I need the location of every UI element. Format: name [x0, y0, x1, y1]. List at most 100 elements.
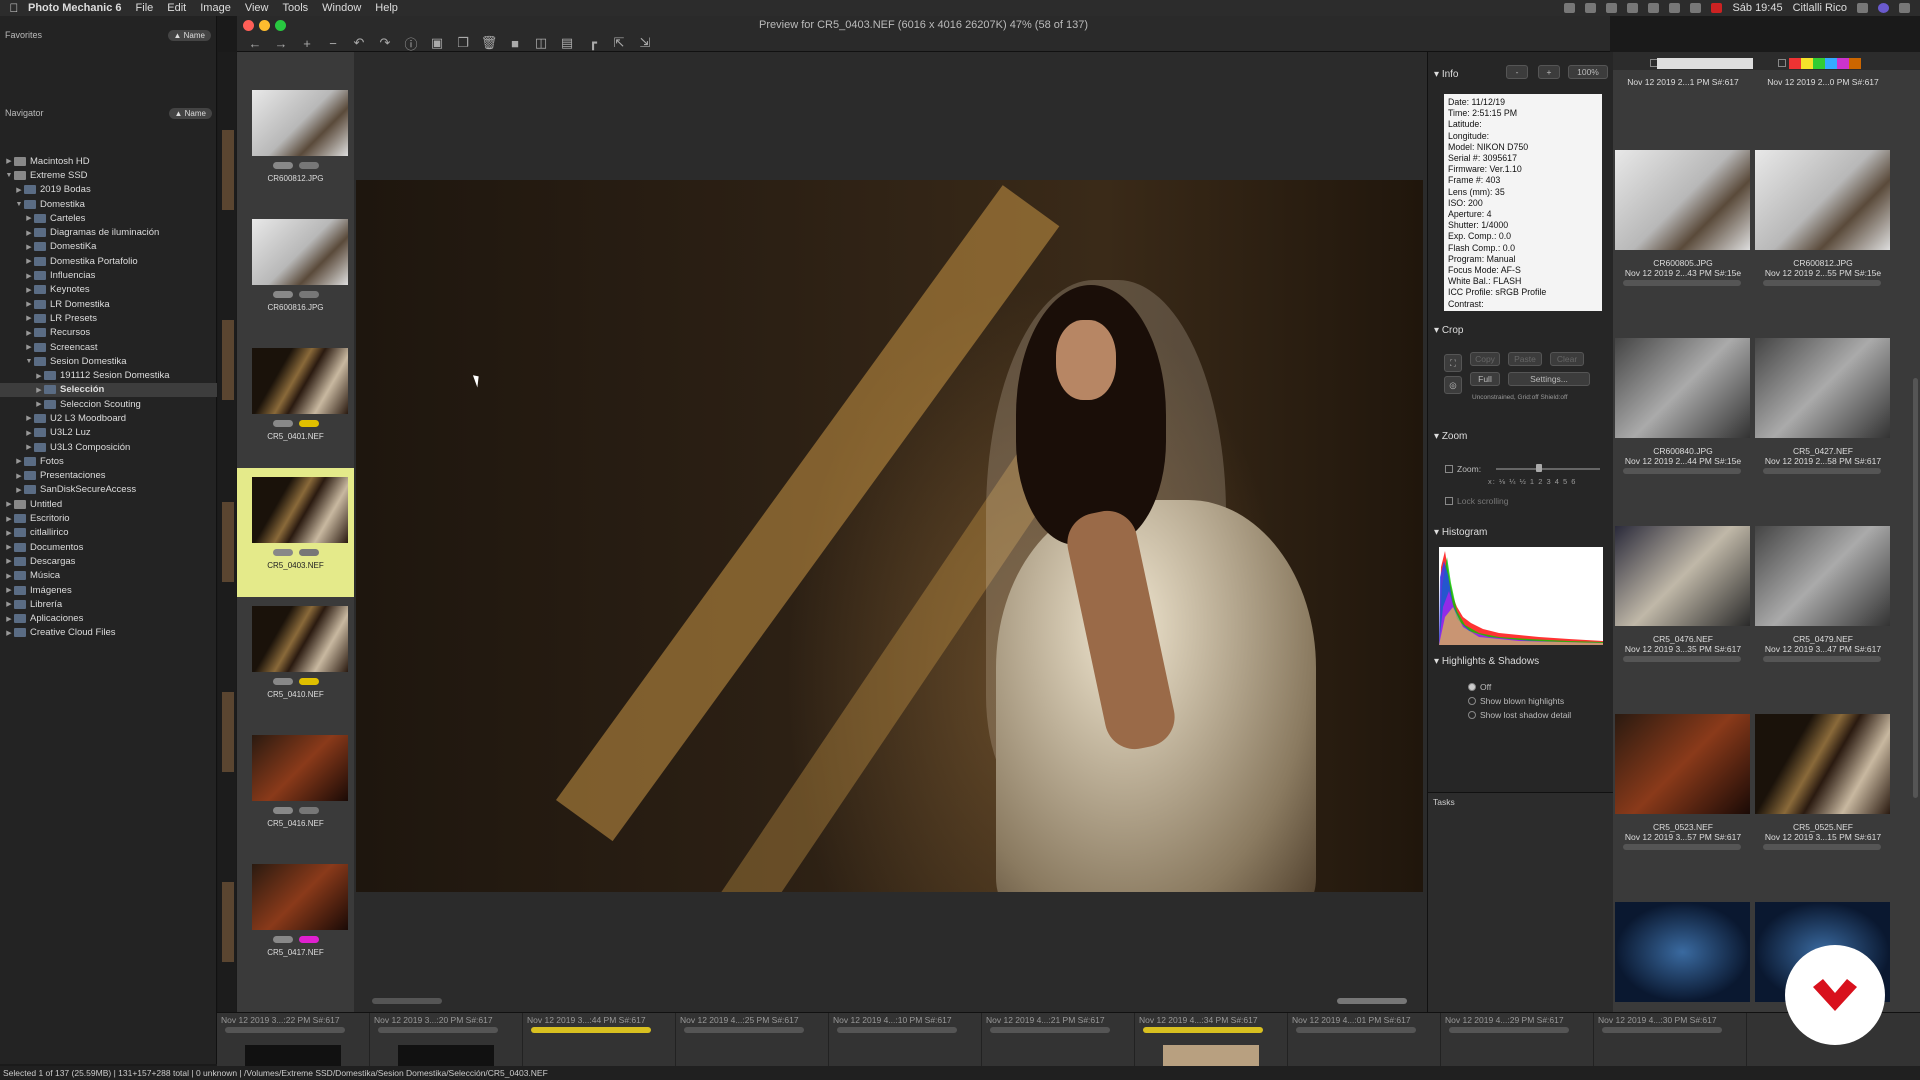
timeline-rating-bar[interactable]	[1296, 1027, 1416, 1033]
tag-toggle[interactable]	[273, 807, 293, 814]
filmstrip-thumbnail[interactable]	[252, 735, 348, 801]
disclosure-closed-icon[interactable]: ▶	[24, 414, 34, 422]
disclosure-closed-icon[interactable]: ▶	[24, 257, 34, 265]
zoom-in-button[interactable]: +	[1538, 65, 1560, 79]
timeline-item[interactable]: Nov 12 2019 4...:34 PM S#:617	[1135, 1013, 1288, 1067]
grid-thumbnail[interactable]	[1615, 714, 1750, 814]
app-name-menu[interactable]: Photo Mechanic 6	[28, 2, 122, 14]
timeline-rating-bar[interactable]	[531, 1027, 651, 1033]
folder-tree-item[interactable]: ▶ Escritorio	[0, 511, 217, 525]
grid-thumbnail-cell[interactable]: CR5_0479.NEF Nov 12 2019 3...47 PM S#:617	[1753, 508, 1893, 696]
timeline-item[interactable]: Nov 12 2019 4...:21 PM S#:617	[982, 1013, 1135, 1067]
grid-thumbnail[interactable]	[1755, 150, 1890, 250]
strip-thumb[interactable]	[222, 130, 234, 210]
volume-icon[interactable]	[1669, 3, 1681, 13]
color-class-toggle[interactable]	[299, 807, 319, 814]
strip-thumb[interactable]	[222, 692, 234, 772]
timeline-rating-bar[interactable]	[378, 1027, 498, 1033]
rotate-left-icon[interactable]: ↶	[351, 35, 367, 50]
color-filter-checkbox[interactable]	[1778, 59, 1786, 67]
folder-tree-item[interactable]: ▶ Documentos	[0, 540, 217, 554]
zoom-slider-thumb[interactable]	[1536, 464, 1542, 472]
star-rating-filter[interactable]	[1657, 58, 1753, 69]
folder-tree-item[interactable]: ▼ Domestika	[0, 197, 217, 211]
folder-tree-item[interactable]: ▶ LR Domestika	[0, 297, 217, 311]
grid-thumbnail-cell[interactable]: CR600840.JPG Nov 12 2019 2...44 PM S#:15e	[1613, 320, 1753, 508]
clock[interactable]: Sáb 19:45	[1732, 2, 1782, 14]
folder-tree-item[interactable]: ▶ Screencast	[0, 340, 217, 354]
filmstrip-thumbnail[interactable]	[252, 864, 348, 930]
disclosure-closed-icon[interactable]: ▶	[24, 314, 34, 322]
color-class-toggle[interactable]	[299, 936, 319, 943]
timeline-rating-bar[interactable]	[1449, 1027, 1569, 1033]
disclosure-closed-icon[interactable]: ▶	[24, 429, 34, 437]
folder-tree-item[interactable]: ▶ Untitled	[0, 497, 217, 511]
grid-rating-bar[interactable]	[1623, 844, 1741, 850]
menu-edit[interactable]: Edit	[167, 2, 186, 14]
preview-scrollbar[interactable]	[1337, 998, 1407, 1004]
favorites-sort-button[interactable]: ▲ Name	[167, 29, 211, 41]
folder-tree-item[interactable]: ▶ U3L3 Composición	[0, 440, 217, 454]
wifi-icon[interactable]	[1648, 3, 1660, 13]
crop-paste-button[interactable]: Paste	[1508, 352, 1542, 366]
highlights-off-radio[interactable]: Off	[1468, 682, 1491, 692]
disclosure-closed-icon[interactable]: ▶	[34, 400, 44, 408]
filmstrip-item[interactable]: CR5_0416.NEF	[237, 726, 354, 855]
align-icon[interactable]: ┏	[585, 35, 601, 50]
shield-icon[interactable]: ◎	[1444, 376, 1462, 394]
crop-settings-button[interactable]: Settings...	[1508, 372, 1590, 386]
folder-tree-item[interactable]: ▶ 191112 Sesion Domestika	[0, 368, 217, 382]
folder-tree-item[interactable]: ▶ Librería	[0, 597, 217, 611]
info-icon[interactable]: ⓘ	[403, 36, 419, 52]
timeline-thumbnail[interactable]	[245, 1045, 341, 1067]
folder-tree-item[interactable]: ▶ Creative Cloud Files	[0, 626, 217, 640]
rotate-right-icon[interactable]: ↷	[377, 35, 393, 50]
folder-tree-item[interactable]: ▶ Diagramas de iluminación	[0, 225, 217, 239]
zoom-out-button[interactable]: -	[1506, 65, 1528, 79]
folder-tree-item[interactable]: ▶ LR Presets	[0, 311, 217, 325]
color-label-blue[interactable]	[1825, 58, 1837, 69]
disclosure-open-icon[interactable]: ▼	[14, 201, 24, 208]
menu-help[interactable]: Help	[375, 2, 398, 14]
highlights-section-title[interactable]: ▾ Highlights & Shadows	[1434, 656, 1539, 667]
grid-thumbnail[interactable]	[1755, 714, 1890, 814]
disclosure-closed-icon[interactable]: ▶	[14, 486, 24, 494]
disclosure-closed-icon[interactable]: ▶	[34, 372, 44, 380]
filmstrip-item[interactable]: CR600816.JPG	[237, 210, 354, 339]
navigator-sort-button[interactable]: ▲ Name	[168, 107, 212, 119]
user-name[interactable]: Citlalli Rico	[1793, 2, 1847, 14]
creative-cloud-icon[interactable]	[1585, 3, 1597, 13]
preview-photo[interactable]	[356, 180, 1423, 892]
notification-center-icon[interactable]	[1899, 3, 1910, 13]
color-label-purple[interactable]	[1837, 58, 1849, 69]
strip-thumb[interactable]	[222, 502, 234, 582]
timeline-rating-bar[interactable]	[837, 1027, 957, 1033]
folder-tree-item[interactable]: ▶ U2 L3 Moodboard	[0, 411, 217, 425]
filmstrip-item[interactable]: CR600805.JPG	[237, 52, 354, 81]
menu-tools[interactable]: Tools	[282, 2, 308, 14]
disclosure-closed-icon[interactable]: ▶	[24, 229, 34, 237]
filmstrip-item[interactable]: CR5_0403.NEF	[237, 468, 354, 597]
compare-view-icon[interactable]: ◫	[533, 35, 549, 50]
crop-copy-button[interactable]: Copy	[1470, 352, 1500, 366]
color-class-toggle[interactable]	[299, 291, 319, 298]
timeline-item[interactable]: Nov 12 2019 4...:10 PM S#:617	[829, 1013, 982, 1067]
menu-image[interactable]: Image	[200, 2, 231, 14]
search-icon[interactable]	[1857, 3, 1868, 13]
siri-icon[interactable]	[1878, 3, 1889, 13]
folder-tree-item[interactable]: ▶ citlallirico	[0, 526, 217, 540]
grid-thumbnail-cell[interactable]: CR5_0525.NEF Nov 12 2019 3...15 PM S#:617	[1753, 696, 1893, 884]
color-class-toggle[interactable]	[299, 420, 319, 427]
disclosure-closed-icon[interactable]: ▶	[34, 386, 44, 394]
folder-tree-item[interactable]: ▶ Fotos	[0, 454, 217, 468]
grid-thumbnail[interactable]	[1615, 150, 1750, 250]
disclosure-closed-icon[interactable]: ▶	[4, 600, 14, 608]
disclosure-closed-icon[interactable]: ▶	[4, 586, 14, 594]
tag-toggle[interactable]	[273, 291, 293, 298]
color-class-toggle[interactable]	[299, 678, 319, 685]
grid-thumbnail[interactable]	[1755, 338, 1890, 438]
grid-thumbnail-cell[interactable]: CR600805.JPG Nov 12 2019 2...43 PM S#:15e	[1613, 132, 1753, 320]
folder-tree-item[interactable]: ▶ Keynotes	[0, 283, 217, 297]
disclosure-closed-icon[interactable]: ▶	[4, 572, 14, 580]
menu-window[interactable]: Window	[322, 2, 361, 14]
